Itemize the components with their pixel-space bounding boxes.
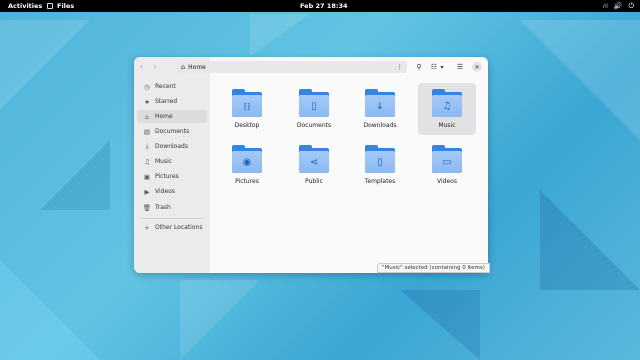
sidebar-item-videos[interactable]: ▶ Videos <box>137 185 207 198</box>
folder-label: Templates <box>364 178 396 185</box>
folder-icon: ⋖ <box>299 145 329 173</box>
files-window: ‹ › ◷ Recent ★ Starred ⌂ Home ▤ Document… <box>134 57 488 273</box>
sidebar-item-label: Other Locations <box>155 224 203 231</box>
folder-label: Videos <box>437 178 457 185</box>
folder-label: Downloads <box>363 122 397 129</box>
path-location[interactable]: Home <box>188 64 206 71</box>
folder-icon: ♫ <box>432 89 462 117</box>
music-icon: ♫ <box>144 157 150 166</box>
folder-videos[interactable]: ▭ Videos <box>418 139 476 191</box>
more-options-icon[interactable]: ⋮ <box>397 63 404 71</box>
folder-downloads[interactable]: ↓ Downloads <box>351 83 409 135</box>
folder-public[interactable]: ⋖ Public <box>285 139 343 191</box>
video-icon: ▶ <box>144 187 150 196</box>
path-bar[interactable]: ⌂ Home ⋮ <box>177 61 407 73</box>
folder-icon: ▯ <box>365 145 395 173</box>
sidebar-item-recent[interactable]: ◷ Recent <box>137 80 207 93</box>
star-icon: ★ <box>144 97 150 106</box>
sidebar-item-downloads[interactable]: ⤓ Downloads <box>137 140 207 153</box>
folder-label: Music <box>438 122 456 129</box>
sidebar-item-music[interactable]: ♫ Music <box>137 155 207 168</box>
music-icon: ♫ <box>442 100 452 112</box>
sidebar-item-label: Trash <box>155 204 171 211</box>
folder-icon: ↓ <box>365 89 395 117</box>
home-icon: ⌂ <box>144 112 150 121</box>
folder-icon: ⁅⁆ <box>232 89 262 117</box>
download-icon: ⤓ <box>145 142 149 150</box>
template-icon: ▯ <box>377 156 383 168</box>
network-icon: ⛙ <box>602 2 608 10</box>
folder-label: Documents <box>296 122 332 129</box>
system-tray[interactable]: ⛙ 🔊 ⏻ <box>603 2 634 11</box>
sidebar-item-label: Downloads <box>155 143 188 150</box>
power-icon: ⏻ <box>628 2 634 10</box>
folder-label: Public <box>305 178 323 185</box>
share-icon: ⋖ <box>309 156 319 168</box>
sidebar-item-label: Documents <box>155 128 190 135</box>
close-icon[interactable]: ✕ <box>472 62 482 72</box>
sidebar: ‹ › ◷ Recent ★ Starred ⌂ Home ▤ Document… <box>134 57 210 273</box>
sidebar-item-label: Videos <box>155 188 175 195</box>
folder-icon: ◉ <box>232 145 262 173</box>
sidebar-item-trash[interactable]: 🗑 Trash <box>137 201 207 214</box>
picture-icon: ▣ <box>143 172 151 181</box>
search-icon[interactable]: ⚲ <box>414 61 424 73</box>
sidebar-item-label: Starred <box>155 98 178 105</box>
sidebar-item-other-locations[interactable]: + Other Locations <box>137 221 207 234</box>
back-icon[interactable]: ‹ <box>140 62 143 71</box>
sidebar-item-starred[interactable]: ★ Starred <box>137 95 207 108</box>
folder-pictures[interactable]: ◉ Pictures <box>218 139 276 191</box>
chevron-down-icon[interactable]: ▾ <box>439 61 445 73</box>
desktop-icon: ⁅⁆ <box>243 101 251 111</box>
home-icon: ⌂ <box>181 63 186 71</box>
folder-label: Desktop <box>234 122 260 129</box>
download-icon: ↓ <box>375 100 385 112</box>
clock-icon: ◷ <box>144 82 150 91</box>
sidebar-item-label: Music <box>155 158 173 165</box>
sidebar-item-label: Home <box>155 113 173 120</box>
view-list-icon[interactable]: ☷ <box>430 61 438 73</box>
main-menu-icon[interactable]: ☰ <box>455 61 465 73</box>
folder-documents[interactable]: ▯ Documents <box>285 83 343 135</box>
files-app-icon <box>47 3 53 9</box>
app-menu[interactable]: Files <box>57 2 74 10</box>
file-grid: ⁅⁆ Desktop ▯ Documents ↓ Downloads ♫ Mus… <box>210 77 488 273</box>
header-bar: ⌂ Home ⋮ ⚲ ☷ ▾ ☰ ✕ <box>177 57 488 77</box>
folder-icon: ▯ <box>299 89 329 117</box>
nav-buttons: ‹ › <box>140 62 156 71</box>
document-icon: ▯ <box>311 100 317 112</box>
video-icon: ▭ <box>442 156 452 168</box>
sidebar-item-pictures[interactable]: ▣ Pictures <box>137 170 207 183</box>
status-bar: "Music" selected (containing 0 items) <box>377 263 490 273</box>
activities-button[interactable]: Activities <box>8 2 42 10</box>
top-bar: Activities Files Feb 27 18:34 ⛙ 🔊 ⏻ <box>0 0 640 12</box>
sidebar-item-label: Pictures <box>155 173 179 180</box>
folder-label: Pictures <box>235 178 259 185</box>
clock[interactable]: Feb 27 18:34 <box>300 2 348 10</box>
folder-desktop[interactable]: ⁅⁆ Desktop <box>218 83 276 135</box>
sidebar-item-documents[interactable]: ▤ Documents <box>137 125 207 138</box>
folder-music[interactable]: ♫ Music <box>418 83 476 135</box>
sidebar-divider <box>140 218 204 219</box>
plus-icon: + <box>144 223 150 232</box>
volume-icon: 🔊 <box>613 2 623 10</box>
folder-templates[interactable]: ▯ Templates <box>351 139 409 191</box>
forward-icon[interactable]: › <box>153 62 156 71</box>
trash-icon: 🗑 <box>142 203 152 212</box>
folder-icon: ▭ <box>432 145 462 173</box>
sidebar-item-home[interactable]: ⌂ Home <box>137 110 207 123</box>
camera-icon: ◉ <box>242 156 252 168</box>
document-icon: ▤ <box>143 127 151 136</box>
sidebar-item-label: Recent <box>155 83 176 90</box>
